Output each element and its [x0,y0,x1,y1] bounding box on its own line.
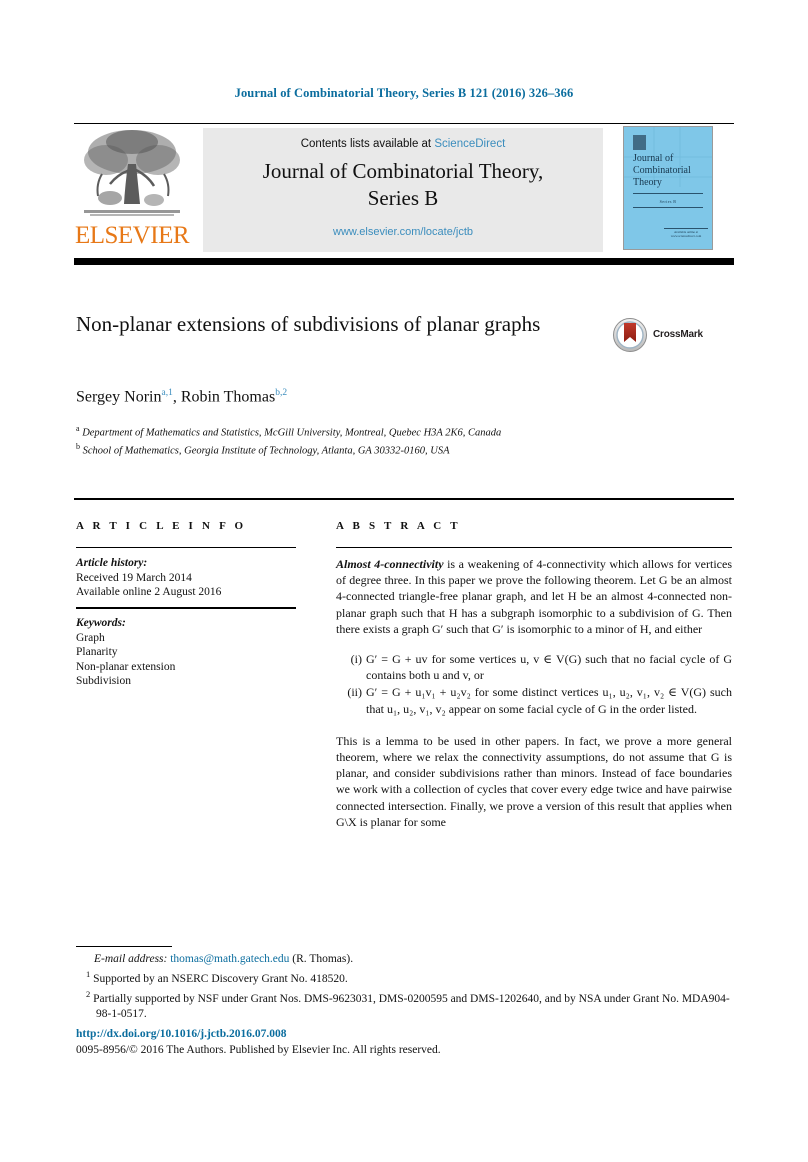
email-address-link[interactable]: thomas@math.gatech.edu [170,953,289,965]
footnote-text-1: Supported by an NSERC Discovery Grant No… [93,972,348,985]
keywords-block: Keywords: Graph Planarity Non-planar ext… [76,616,296,689]
keywords-label: Keywords: [76,617,126,629]
footnote-note-2: 2 Partially supported by NSF under Grant… [86,987,736,1022]
email-address-suffix: (R. Thomas). [292,953,354,965]
email-address-label: E-mail address: [94,953,168,965]
journal-masthead: ELSEVIER Contents lists available at Sci… [74,124,734,256]
author-name-2: Robin Thomas [180,388,276,406]
elsevier-logo: ELSEVIER [74,126,190,254]
abstract-body: Almost 4-connectivity is a weakening of … [336,556,732,830]
footnote-separator-rule [76,946,172,947]
crossmark-badge[interactable]: CrossMark [613,318,728,352]
cover-rule-footer [664,228,708,229]
running-head: Journal of Combinatorial Theory, Series … [234,86,574,100]
abstract-item-i: (i) G′ = G + uv for some vertices u, v ∈ … [336,651,732,683]
keywords-top-rule [76,607,296,609]
keyword-item: Non-planar extension [76,660,176,673]
abstract-enumeration: (i) G′ = G + uv for some vertices u, v ∈ … [336,651,732,717]
affiliation-item: b School of Mathematics, Georgia Institu… [76,440,616,458]
abstract-heading-rule [336,547,732,548]
author-note-mark-1: 1 [168,388,173,398]
author-list: Sergey Norina,1, Robin Thomasb,2 [76,388,288,406]
keyword-item: Subdivision [76,675,131,687]
cover-footer-text: Available online at www.sciencedirect.co… [670,230,702,239]
footnote-note-1: 1 Supported by an NSERC Discovery Grant … [76,967,736,987]
abstract-lead-term: Almost 4-connectivity [336,557,444,571]
elsevier-wordmark: ELSEVIER [74,222,190,249]
abstract-heading: A B S T R A C T [336,520,461,532]
info-section-top-rule [74,498,734,500]
journal-title-line-1: Journal of Combinatorial Theory, [262,159,544,183]
footnote-mark-1: 1 [86,969,91,979]
journal-article-page: Journal of Combinatorial Theory, Series … [0,0,808,1162]
footnote-text-2: Partially supported by NSF under Grant N… [93,992,730,1020]
journal-cover-thumbnail[interactable]: Journal of Combinatorial Theory Series B… [623,126,713,250]
crossmark-icon [613,318,647,352]
affiliation-mark-a: a [76,424,80,433]
affiliation-list: a Department of Mathematics and Statisti… [76,422,616,458]
journal-title-line-2: Series B [367,186,439,210]
footnote-mark-2: 2 [86,988,91,999]
colophon-block: http://dx.doi.org/10.1016/j.jctb.2016.07… [76,1026,736,1058]
contents-available-line: Contents lists available at ScienceDirec… [203,138,603,150]
article-info-heading: A R T I C L E I N F O [76,520,247,532]
article-history-received: Received 19 March 2014 [76,571,192,584]
cover-rule-lower [633,207,703,208]
keyword-item: Graph [76,631,105,644]
cover-publisher-mark-icon [633,135,646,150]
abstract-item-marker-ii: (ii) [347,685,362,700]
article-history-online: Available online 2 August 2016 [76,586,222,598]
doi-link[interactable]: http://dx.doi.org/10.1016/j.jctb.2016.07… [76,1026,736,1042]
keyword-item: Planarity [76,646,118,658]
author-name-1: Sergey Norin [76,388,162,406]
masthead-bottom-bar [74,258,734,265]
info-heading-rule [76,547,296,548]
affiliation-item: a Department of Mathematics and Statisti… [76,422,616,440]
cover-volume-label: Series B [659,199,677,204]
crossmark-label: CrossMark [653,329,703,340]
abstract-item-ii: (ii) G′ = G + u₁v₁ + u₂v₂ for some distin… [336,684,732,716]
affiliation-text-b: School of Mathematics, Georgia Institute… [82,445,450,457]
footnotes-block: E-mail address: thomas@math.gatech.edu (… [76,952,736,1022]
abstract-paragraph-1: Almost 4-connectivity is a weakening of … [336,556,732,637]
cover-rule-upper [633,193,703,194]
page-title: Non-planar extensions of subdivisions of… [76,312,541,336]
affiliation-text-a: Department of Mathematics and Statistics… [82,427,502,439]
abstract-paragraph-2: This is a lemma to be used in other pape… [336,733,732,829]
contents-prefix: Contents lists available at [300,138,435,150]
author-note-mark-2: 2 [282,388,288,398]
sciencedirect-link[interactable]: ScienceDirect [434,138,505,150]
journal-title: Journal of Combinatorial Theory, Series … [203,158,603,212]
affiliation-mark-b: b [76,442,80,451]
cover-journal-title: Journal of Combinatorial Theory [633,153,691,188]
elsevier-tree-icon [80,126,184,222]
journal-homepage-link[interactable]: www.elsevier.com/locate/jctb [203,226,603,238]
article-history-block: Article history: Received 19 March 2014 … [76,556,296,600]
abstract-item-text-ii: G′ = G + u₁v₁ + u₂v₂ for some distinct v… [366,685,732,716]
copyright-line: 0095-8956/© 2016 The Authors. Published … [76,1044,441,1056]
article-history-label: Article history: [76,557,148,569]
footnote-email: E-mail address: thomas@math.gatech.edu (… [76,952,736,967]
abstract-item-text-i: G′ = G + uv for some vertices u, v ∈ V(G… [366,652,732,683]
contents-panel: Contents lists available at ScienceDirec… [203,128,603,252]
abstract-item-marker-i: (i) [350,652,362,667]
